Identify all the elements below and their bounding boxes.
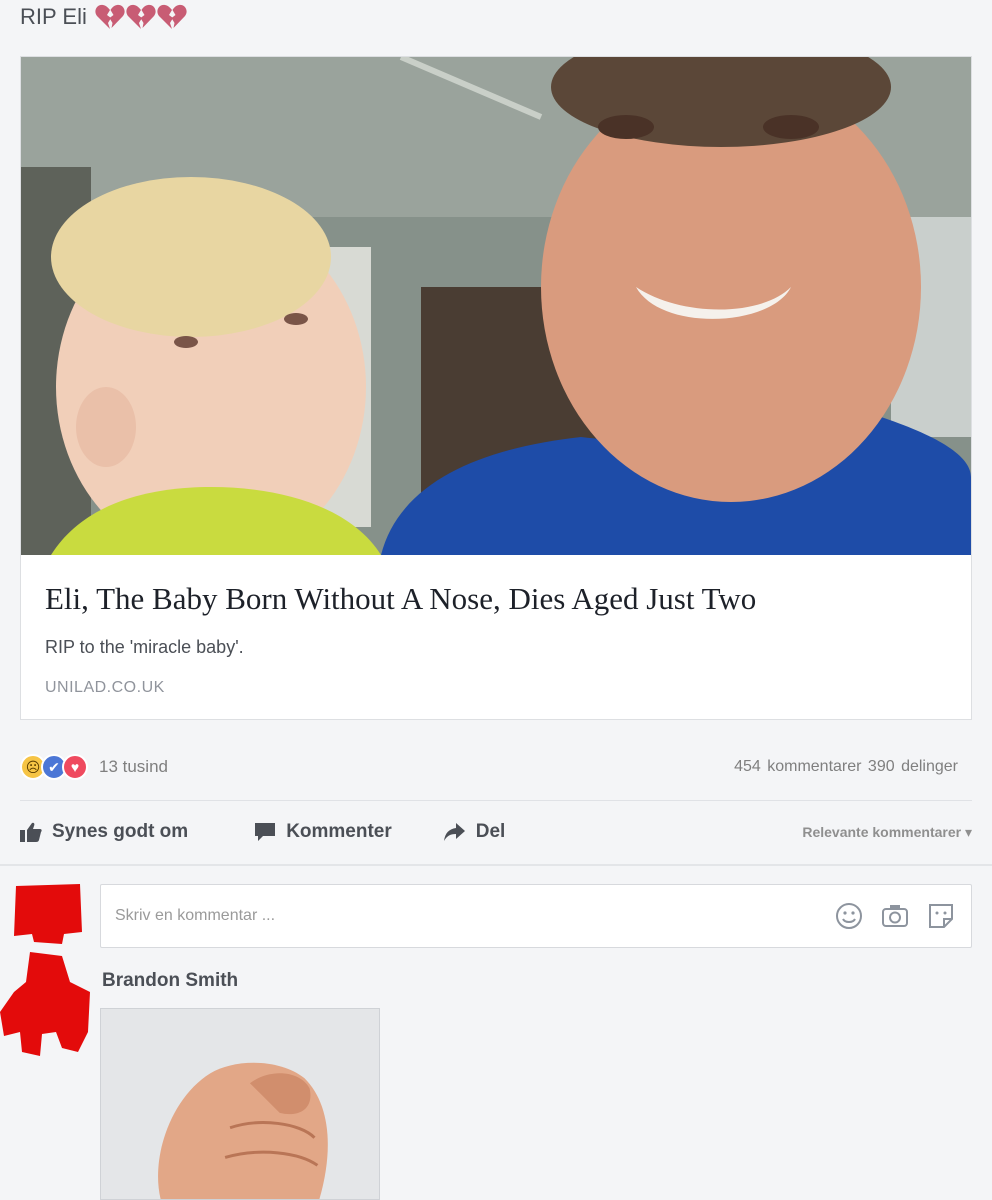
broken-heart-icon [157,4,187,30]
broken-hearts [95,4,187,30]
share-arrow-icon [443,823,465,841]
link-description: RIP to the 'miracle baby'. [45,637,244,657]
love-reaction-icon: ♥ [62,754,88,780]
engagement-counts: 454 kommentarer 390 delinger [734,758,958,776]
comment-box[interactable] [100,884,972,948]
comment-input[interactable] [115,907,765,925]
camera-icon[interactable] [879,900,911,932]
fist-illustration [101,1009,379,1199]
shares-count[interactable]: 390 delinger [868,758,958,775]
link-preview-image[interactable] [21,57,971,555]
photo-illustration [21,57,971,555]
link-title[interactable]: Eli, The Baby Born Without A Nose, Dies … [45,581,756,617]
speech-bubble-icon [255,823,276,841]
comment-attached-image[interactable] [100,1008,380,1200]
comment-sort-dropdown[interactable]: Relevante kommentarer ▾ [802,824,972,841]
censored-commenter-avatar [0,952,90,1056]
censored-avatar [14,884,82,944]
comment-tools [833,900,957,932]
broken-heart-icon [95,4,125,30]
post-text: RIP Eli [20,4,187,30]
comment-button[interactable]: Kommenter [254,821,392,843]
reaction-summary[interactable]: ☹ ✔ ♥ 13 tusind [20,754,168,780]
reaction-count[interactable]: 13 tusind [99,757,168,777]
link-domain: UNILAD.CO.UK [45,679,165,696]
divider [20,800,972,801]
share-label: Del [475,821,506,842]
post-actions: Synes godt om Kommenter Del Relevante ko… [20,812,972,852]
like-button[interactable]: Synes godt om [20,821,188,843]
like-label: Synes godt om [52,821,189,842]
reactions-bar: ☹ ✔ ♥ 13 tusind 454 kommentarer 390 deli… [20,748,972,786]
post-text-content: RIP Eli [20,4,87,29]
broken-heart-icon [126,4,156,30]
comment-label: Kommenter [286,821,392,842]
comments-count[interactable]: 454 kommentarer [734,758,861,775]
thumbs-up-icon [20,822,42,842]
link-preview-card[interactable]: Eli, The Baby Born Without A Nose, Dies … [20,56,972,720]
commenter-name[interactable]: Brandon Smith [102,970,238,992]
share-button[interactable]: Del [443,821,506,843]
divider [0,864,992,866]
emoji-icon[interactable] [833,900,865,932]
sticker-icon[interactable] [925,900,957,932]
